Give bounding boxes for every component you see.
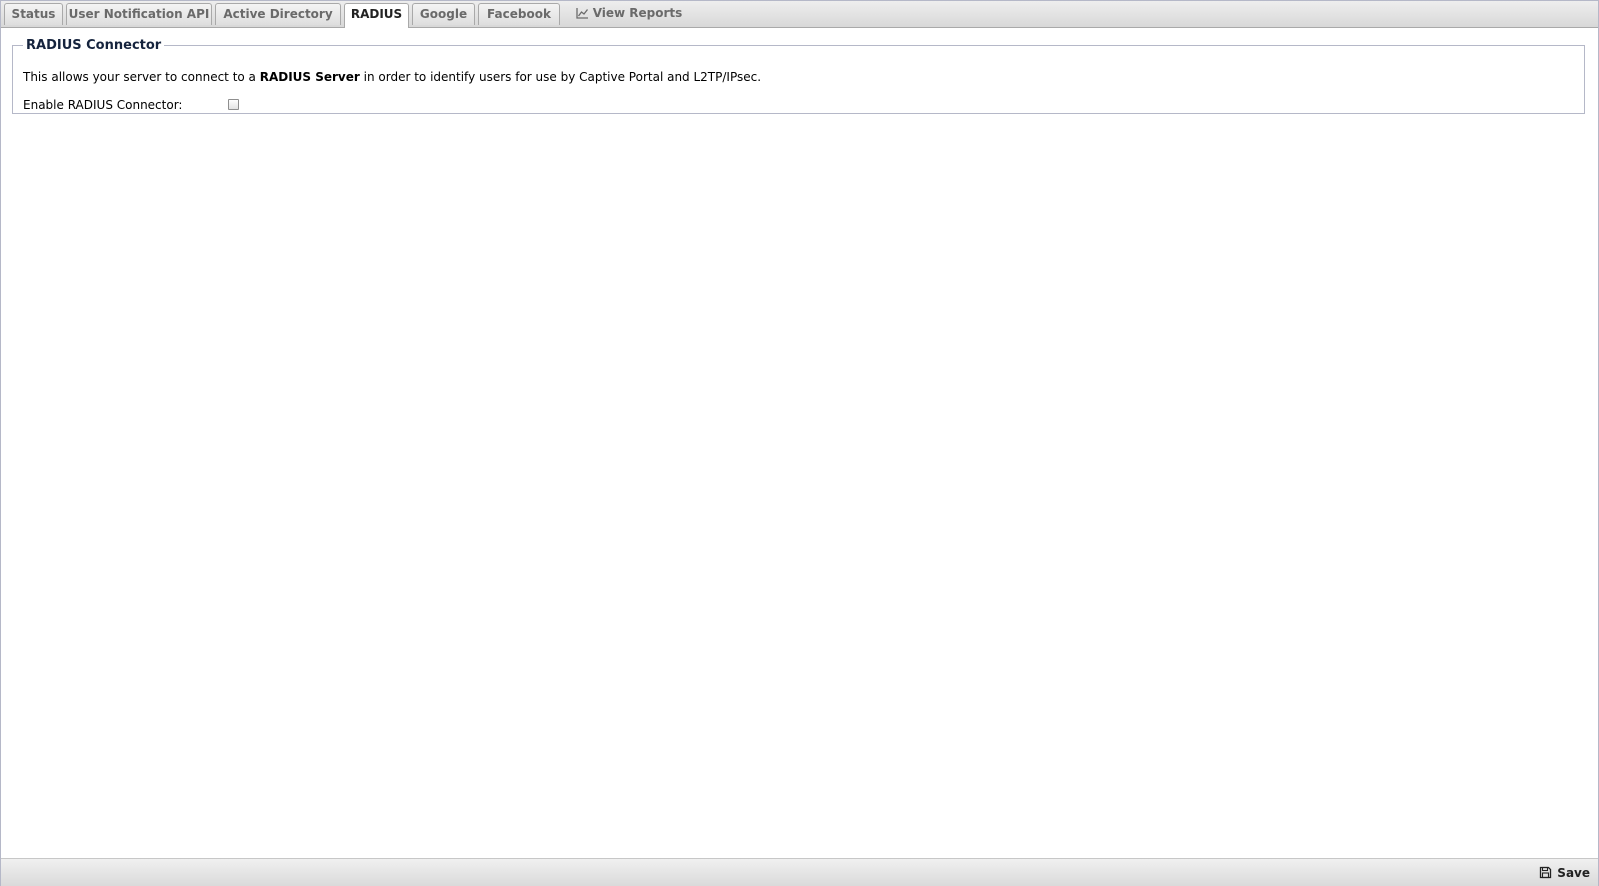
connector-description: This allows your server to connect to a … <box>23 69 761 85</box>
fieldset-legend: RADIUS Connector <box>26 38 162 53</box>
line-chart-icon <box>576 5 589 25</box>
tab-facebook[interactable]: Facebook <box>478 3 560 25</box>
description-text-end: in order to identify users for use by Ca… <box>359 70 762 84</box>
app-panel: Status User Notification API Active Dire… <box>0 0 1599 886</box>
bottom-toolbar: Save <box>1 858 1598 886</box>
enable-radius-label: Enable RADIUS Connector: <box>23 98 183 112</box>
tab-label: RADIUS <box>350 7 403 21</box>
tab-label: Facebook <box>487 7 551 21</box>
tab-bar: Status User Notification API Active Dire… <box>1 1 1598 28</box>
tab-google[interactable]: Google <box>412 3 475 25</box>
tab-label: Google <box>419 7 468 21</box>
tab-status[interactable]: Status <box>4 3 63 25</box>
tab-active-directory[interactable]: Active Directory <box>215 3 341 25</box>
tab-label: Status <box>11 7 56 21</box>
description-text-start: This allows your server to connect to a <box>23 70 260 84</box>
radius-connector-fieldset: RADIUS Connector This allows your server… <box>12 38 1585 114</box>
tab-user-notification-api[interactable]: User Notification API <box>66 3 212 25</box>
tab-label: Active Directory <box>223 7 333 21</box>
save-button[interactable]: Save <box>1539 864 1590 882</box>
tab-label: View Reports <box>592 6 683 20</box>
description-text-bold: RADIUS Server <box>259 70 360 84</box>
floppy-disk-icon <box>1539 866 1552 884</box>
tab-view-reports[interactable]: View Reports <box>567 3 691 25</box>
tab-radius[interactable]: RADIUS <box>344 3 409 28</box>
tab-label: User Notification API <box>68 7 210 21</box>
save-label: Save <box>1557 866 1590 880</box>
enable-radius-checkbox[interactable] <box>228 99 239 110</box>
